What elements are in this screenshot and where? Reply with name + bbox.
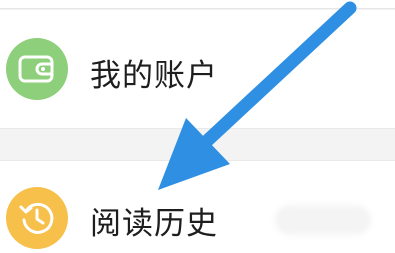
menu-item-reading-history[interactable]: 阅读历史	[0, 160, 395, 253]
wallet-glyph	[18, 55, 54, 83]
clock-glyph	[19, 202, 54, 234]
menu-item-label: 我的账户	[90, 58, 218, 94]
previous-row-edge	[0, 0, 395, 9]
settings-screen: 我的账户 阅读历史	[0, 0, 395, 253]
menu-item-my-account[interactable]: 我的账户	[0, 10, 395, 129]
wallet-icon	[6, 38, 68, 100]
menu-item-label: 阅读历史	[90, 206, 218, 242]
blurred-badge	[275, 205, 371, 235]
clock-history-icon	[6, 187, 68, 249]
